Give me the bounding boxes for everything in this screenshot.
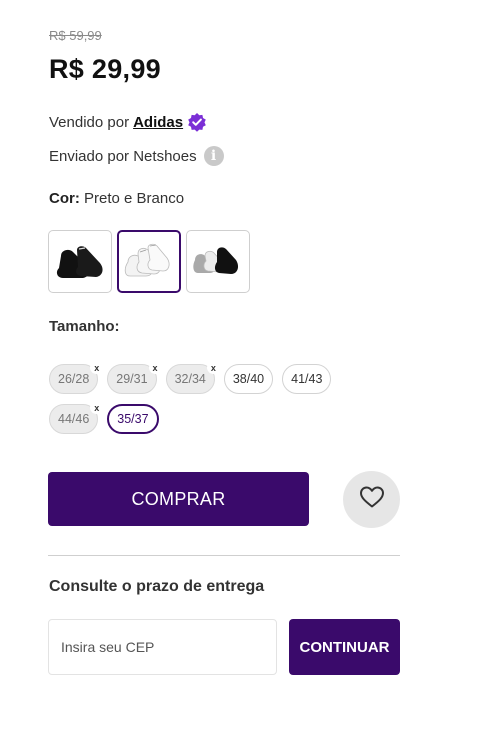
size-option-38-40[interactable]: 38/40 xyxy=(223,364,274,394)
verified-badge-icon xyxy=(187,112,207,132)
size-option-44-46[interactable]: 44/46 x xyxy=(49,401,104,434)
swatch-gray-black-socks[interactable] xyxy=(186,230,250,293)
color-value: Preto e Branco xyxy=(84,190,185,207)
seller-row: Vendido por Adidas xyxy=(49,112,207,132)
color-swatches xyxy=(48,230,250,293)
size-option-label: 26/28 xyxy=(58,372,90,386)
color-row: Cor: Preto e Branco xyxy=(49,190,184,207)
cep-input[interactable] xyxy=(48,619,277,675)
unavailable-x-icon: x xyxy=(90,401,104,414)
old-price: R$ 59,99 xyxy=(49,28,102,43)
size-option-label: 38/40 xyxy=(232,372,265,386)
divider xyxy=(48,555,400,556)
buy-button[interactable]: COMPRAR xyxy=(48,472,309,526)
seller-prefix: Vendido por xyxy=(49,113,130,131)
swatch-white-socks[interactable] xyxy=(117,230,181,293)
color-label: Cor: xyxy=(49,190,80,207)
shipping-row: Enviado por Netshoes i xyxy=(49,146,224,166)
size-options: 26/28 x 29/31 x 32/34 x 38/40 41/43 44/4… xyxy=(49,361,379,434)
favorite-button[interactable] xyxy=(343,471,400,528)
size-label: Tamanho: xyxy=(49,318,120,335)
info-icon[interactable]: i xyxy=(203,146,224,166)
size-option-label: 29/31 xyxy=(116,372,148,386)
continue-button[interactable]: CONTINUAR xyxy=(289,619,400,675)
seller-link[interactable]: Adidas xyxy=(133,114,183,131)
size-option-41-43[interactable]: 41/43 xyxy=(282,364,332,394)
size-option-label: 32/34 xyxy=(174,372,206,386)
size-option-label: 44/46 xyxy=(58,412,90,426)
unavailable-x-icon: x xyxy=(148,361,162,374)
size-option-29-31[interactable]: 29/31 x xyxy=(107,361,162,394)
current-price: R$ 29,99 xyxy=(49,54,161,84)
size-option-35-37[interactable]: 35/37 xyxy=(107,404,159,434)
size-option-label: 41/43 xyxy=(291,372,323,386)
shipping-text: Enviado por Netshoes xyxy=(49,147,197,165)
unavailable-x-icon: x xyxy=(206,361,220,374)
delivery-title: Consulte o prazo de entrega xyxy=(49,578,265,595)
size-option-32-34[interactable]: 32/34 x xyxy=(165,361,220,394)
unavailable-x-icon: x xyxy=(90,361,104,374)
size-option-label: 35/37 xyxy=(117,412,149,426)
size-option-26-28[interactable]: 26/28 x xyxy=(49,361,104,394)
swatch-black-socks[interactable] xyxy=(48,230,112,293)
heart-icon xyxy=(359,485,385,514)
